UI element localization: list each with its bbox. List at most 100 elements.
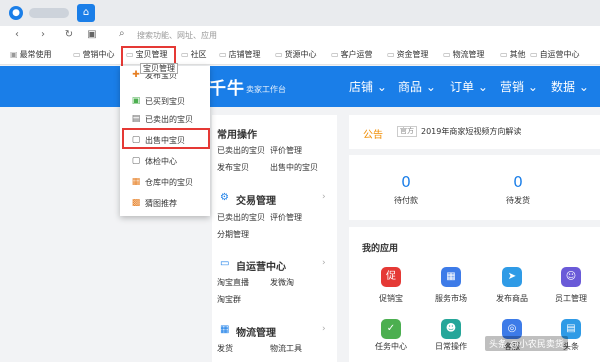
watermark: 头条 @小农民卖货 [485, 336, 568, 351]
nav-label: 商品 [398, 80, 423, 94]
refresh-icon[interactable]: ↻ [62, 28, 76, 42]
recommend-icon: ▩ [131, 198, 141, 208]
link-installments[interactable]: 分期管理 [217, 229, 249, 240]
nav-orders[interactable]: 订单 ⌄ [450, 78, 488, 95]
bookmark-self-ops[interactable]: ▭ 自运营中心 [530, 50, 580, 60]
search-icon: ⌕ [119, 28, 125, 39]
link-trade-reviews[interactable]: 评价管理 [270, 212, 302, 223]
chevron-down-icon: ⌄ [376, 80, 387, 94]
bookmark-supply-center[interactable]: ▭ 货源中心 [275, 50, 317, 60]
dropdown-item-checkup[interactable]: ▢ 体检中心 [120, 152, 210, 170]
link-group[interactable]: 淘宝群 [217, 294, 241, 305]
daily-icon[interactable]: ☻ [441, 319, 461, 339]
nav-label: 订单 [450, 80, 475, 94]
dropdown-item-label: 猜图推荐 [145, 199, 177, 208]
nav-data[interactable]: 数据 ⌄ [551, 78, 589, 95]
nav-label: 店铺 [349, 80, 374, 94]
folder-icon: ▭ [331, 50, 339, 59]
logistics-title: 物流管理 [236, 328, 276, 339]
bookmark-shop-management[interactable]: ▭ 店铺管理 [219, 50, 261, 60]
pending-shipment-count[interactable]: 0 [488, 173, 548, 191]
folder-icon: ▭ [73, 50, 81, 59]
pending-payment-count[interactable]: 0 [376, 173, 436, 191]
pending-shipment-label: 待发货 [506, 196, 530, 205]
link-reviews[interactable]: 评价管理 [270, 145, 302, 156]
task-icon[interactable]: ✓ [381, 319, 401, 339]
promo-icon[interactable]: 促 [381, 267, 401, 287]
bookmark-other[interactable]: ▭ 其他 [500, 50, 526, 60]
app-label: 发布商品 [496, 294, 528, 303]
link-trade-sold[interactable]: 已卖出的宝贝 [217, 212, 265, 223]
link-publish-item[interactable]: 发布宝贝 [217, 162, 249, 173]
announcement-text[interactable]: 2019年商家短视频方向解读 [421, 126, 521, 137]
bookmark-label: 客户运营 [340, 50, 373, 59]
chevron-down-icon: ⌄ [527, 80, 538, 94]
home-tab-icon[interactable]: ⌂ [77, 4, 95, 22]
bookmark-frequent[interactable]: ▣ 最常使用 [10, 50, 52, 60]
pending-payment-label: 待付款 [394, 196, 418, 205]
send-icon[interactable]: ➤ [502, 267, 522, 287]
nav-marketing[interactable]: 营销 ⌄ [500, 78, 538, 95]
nav-shop[interactable]: 店铺 ⌄ [349, 78, 387, 95]
forward-icon[interactable]: › [36, 28, 50, 42]
browser-tab-strip: ● ⌂ [0, 0, 600, 26]
market-icon[interactable]: ▦ [441, 267, 461, 287]
app-label: 员工管理 [555, 294, 587, 303]
logistics-icon: ▦ [220, 324, 230, 335]
operations-panel: 常用操作 已卖出的宝贝 评价管理 发布宝贝 出售中的宝贝 ⚙ 交易管理 › 已卖… [212, 115, 337, 362]
bookmark-label: 社区 [190, 50, 207, 59]
brand-logo: 千牛 [209, 79, 245, 99]
link-ship[interactable]: 发货 [217, 343, 233, 354]
bought-icon: ▣ [131, 96, 141, 106]
folder-icon: ▭ [443, 50, 451, 59]
nav-products[interactable]: 商品 ⌄ [398, 78, 436, 95]
dropdown-item-warehouse[interactable]: ▦ 仓库中的宝贝 [120, 173, 210, 191]
my-apps-title: 我的应用 [362, 244, 399, 254]
bookmark-label: 最常使用 [19, 50, 52, 59]
frequent-icon: ▣ [10, 50, 18, 59]
link-sold-items[interactable]: 已卖出的宝贝 [217, 145, 265, 156]
app-header: 千牛 卖家工作台 店铺 ⌄ 商品 ⌄ 订单 ⌄ 营销 ⌄ 数据 ⌄ [0, 66, 600, 107]
chat-icon: ▭ [220, 258, 230, 269]
self-ops-title: 自运营中心 [236, 262, 286, 273]
folder-icon: ▭ [387, 50, 395, 59]
link-weitao[interactable]: 发微淘 [270, 277, 294, 288]
bookmark-customer-ops[interactable]: ▭ 客户运营 [331, 50, 373, 60]
dropdown-item-recommend[interactable]: ▩ 猜图推荐 [120, 194, 210, 212]
navigation-bar: ‹ › ↻ ▣ ⌕ 搜索功能、网址、应用 [0, 26, 600, 45]
app-label: 日常操作 [435, 342, 467, 351]
folder-icon: ▭ [219, 50, 227, 59]
chevron-down-icon: ⌄ [425, 80, 436, 94]
nav-label: 数据 [551, 80, 576, 94]
bookmark-label: 物流管理 [452, 50, 485, 59]
chevron-right-icon[interactable]: › [322, 258, 326, 268]
address-input[interactable]: 搜索功能、网址、应用 [137, 30, 217, 41]
bookmark-tooltip: 宝贝管理 [140, 63, 178, 74]
qr-code-icon[interactable]: ▣ [85, 28, 99, 42]
staff-icon[interactable]: ☺ [561, 267, 581, 287]
dropdown-item-label: 仓库中的宝贝 [145, 178, 193, 187]
bookmark-community[interactable]: ▭ 社区 [181, 50, 207, 60]
link-logistics-tools[interactable]: 物流工具 [270, 343, 302, 354]
bookmark-finance[interactable]: ▭ 资金管理 [387, 50, 429, 60]
dropdown-item-label: 已卖出的宝贝 [145, 115, 193, 124]
bookmark-label: 自运营中心 [539, 50, 580, 59]
dropdown-item-sold[interactable]: ▤ 已卖出的宝贝 [120, 110, 210, 128]
bookmark-label: 店铺管理 [228, 50, 261, 59]
link-live[interactable]: 淘宝直播 [217, 277, 249, 288]
dropdown-item-bought[interactable]: ▣ 已买到宝贝 [120, 92, 210, 110]
dropdown-highlight-box [122, 128, 210, 149]
bookmarks-bar: ▣ 最常使用 ▭ 营销中心 ▭ 宝贝管理 ▭ 社区 ▭ 店铺管理 ▭ 货源中心 ▭ 客户运营 … [0, 45, 600, 65]
bookmark-logistics[interactable]: ▭ 物流管理 [443, 50, 485, 60]
app-label: 服务市场 [435, 294, 467, 303]
link-selling-items[interactable]: 出售中的宝贝 [270, 162, 318, 173]
folder-icon: ▭ [530, 50, 538, 59]
back-icon[interactable]: ‹ [10, 28, 24, 42]
chevron-right-icon[interactable]: › [322, 324, 326, 334]
bookmark-marketing[interactable]: ▭ 营销中心 [73, 50, 115, 60]
trade-icon: ⚙ [220, 192, 229, 203]
chevron-right-icon[interactable]: › [322, 192, 326, 202]
trade-title: 交易管理 [236, 196, 276, 207]
browser-tab[interactable] [29, 8, 69, 18]
bookmark-label: 资金管理 [396, 50, 429, 59]
